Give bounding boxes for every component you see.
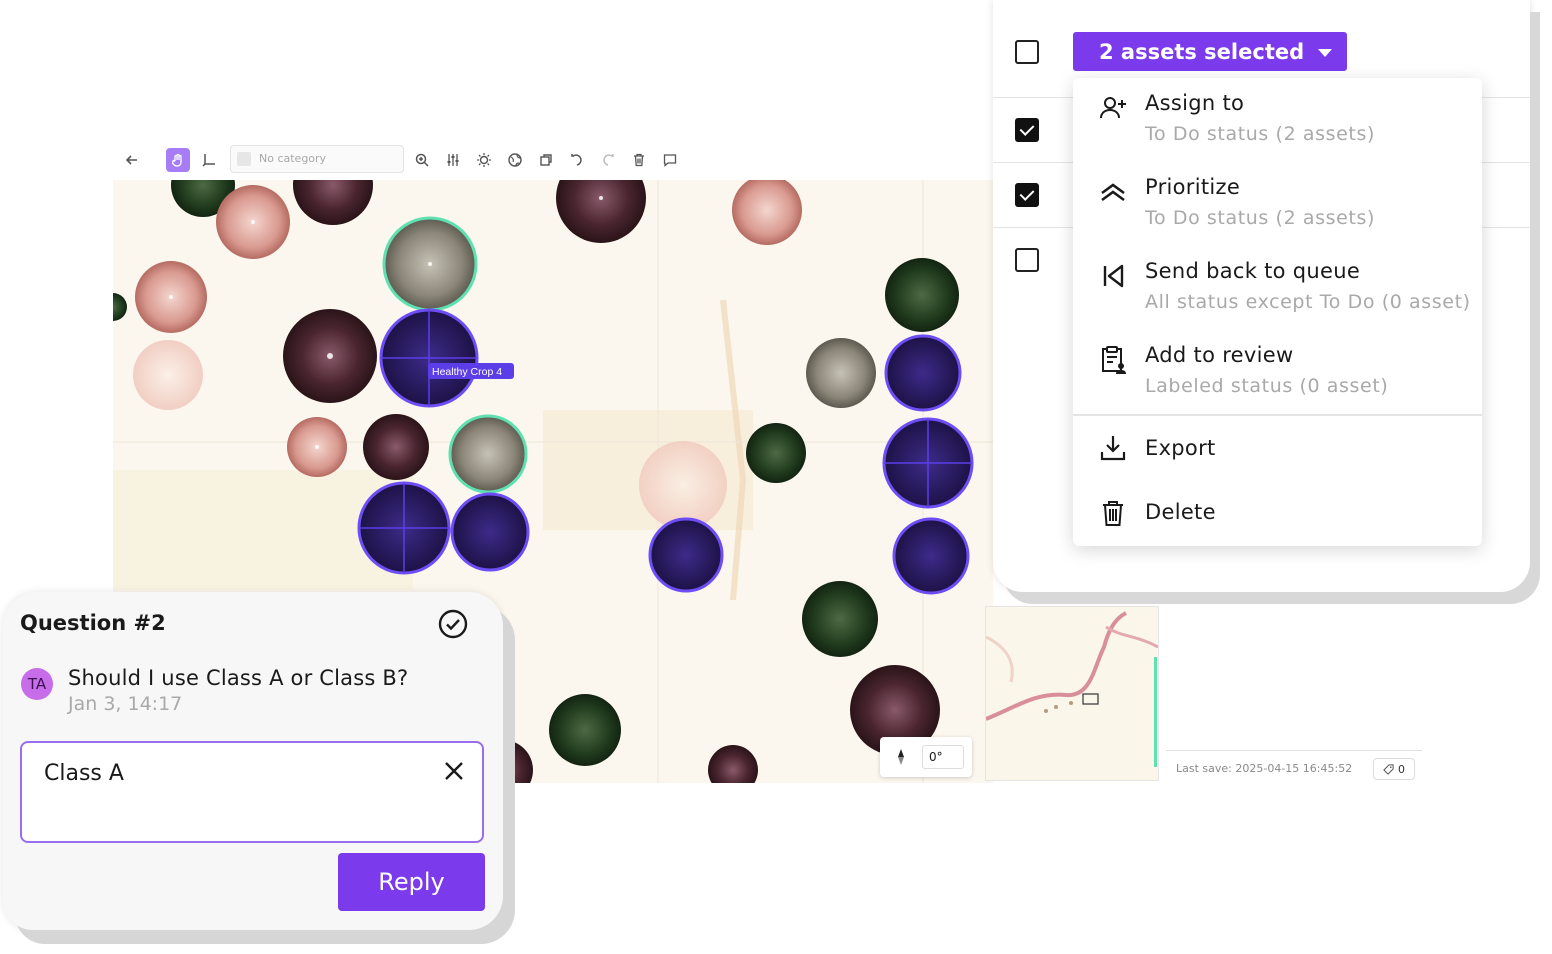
menu-item-sub: All status except To Do (0 asset): [1145, 291, 1471, 313]
tag-icon: [1383, 763, 1394, 775]
menu-item-label: Prioritize: [1145, 175, 1241, 199]
menu-item-export[interactable]: Export: [1073, 416, 1482, 480]
minimap[interactable]: [985, 606, 1159, 781]
tag-count-value: 0: [1398, 762, 1405, 776]
annotation-label-text: Healthy Crop 4: [432, 366, 502, 378]
menu-item-send-back[interactable]: Send back to queue All status except To …: [1073, 246, 1482, 330]
menu-item-sub: Labeled status (0 asset): [1145, 375, 1389, 397]
annotation-toolbar: No category: [113, 138, 993, 180]
resolve-check-icon[interactable]: [437, 608, 469, 640]
bbox-tool-icon[interactable]: [197, 148, 221, 172]
trash-icon: [1097, 497, 1129, 529]
clipboard-user-icon: [1097, 344, 1129, 376]
menu-item-assign[interactable]: Assign to To Do status (2 assets): [1073, 78, 1482, 162]
minimap-image: [986, 607, 1158, 780]
question-title: Question #2: [20, 611, 166, 635]
user-plus-icon: [1097, 92, 1129, 124]
select-all-checkbox[interactable]: [1015, 40, 1039, 64]
menu-item-sub: To Do status (2 assets): [1145, 207, 1375, 229]
asset-row-checkbox[interactable]: [1015, 118, 1039, 142]
annotation-label: Healthy Crop 4: [428, 363, 514, 379]
category-placeholder: No category: [259, 152, 327, 165]
tag-count-badge[interactable]: 0: [1373, 758, 1415, 780]
close-icon[interactable]: [442, 759, 466, 783]
delete-icon[interactable]: [627, 148, 651, 172]
redo-icon[interactable]: [596, 148, 620, 172]
menu-item-prioritize[interactable]: Prioritize To Do status (2 assets): [1073, 162, 1482, 246]
menu-item-label: Assign to: [1145, 91, 1245, 115]
menu-item-label: Delete: [1145, 500, 1216, 524]
avatar: TA: [21, 668, 53, 700]
status-divider: [1166, 750, 1422, 751]
globe-icon[interactable]: [503, 148, 527, 172]
reply-input-value: Class A: [44, 761, 124, 786]
category-select[interactable]: No category: [230, 145, 404, 173]
hand-icon[interactable]: [166, 148, 190, 172]
adjust-icon[interactable]: [441, 148, 465, 172]
question-text: Should I use Class A or Class B?: [68, 666, 409, 690]
category-swatch: [237, 152, 251, 166]
asset-row-checkbox[interactable]: [1015, 183, 1039, 207]
menu-item-label: Add to review: [1145, 343, 1294, 367]
menu-item-label: Export: [1145, 436, 1216, 460]
crop-icon[interactable]: [534, 148, 558, 172]
question-card: Question #2 TA Should I use Class A or C…: [3, 592, 503, 930]
bulk-actions-menu: Assign to To Do status (2 assets) Priori…: [1073, 78, 1482, 546]
reply-input[interactable]: Class A: [20, 741, 484, 843]
menu-item-sub: To Do status (2 assets): [1145, 123, 1375, 145]
download-icon: [1097, 432, 1129, 464]
rotation-input[interactable]: 0°: [922, 745, 964, 769]
question-timestamp: Jan 3, 14:17: [68, 693, 183, 715]
rotation-control: 0°: [880, 737, 972, 777]
comment-icon[interactable]: [658, 148, 682, 172]
menu-item-delete[interactable]: Delete: [1073, 480, 1482, 546]
menu-item-add-review[interactable]: Add to review Labeled status (0 asset): [1073, 330, 1482, 414]
asset-row-checkbox[interactable]: [1015, 248, 1039, 272]
brightness-icon[interactable]: [472, 148, 496, 172]
back-arrow-icon[interactable]: [120, 148, 144, 172]
menu-item-label: Send back to queue: [1145, 259, 1361, 283]
bulk-actions-button[interactable]: 2 assets selected: [1073, 32, 1347, 71]
double-chevron-up-icon: [1097, 176, 1129, 208]
caret-down-icon: [1318, 49, 1333, 57]
last-save-text: Last save: 2025-04-15 16:45:52: [1176, 762, 1353, 775]
zoom-in-icon[interactable]: [410, 148, 434, 172]
compass-icon[interactable]: [894, 748, 908, 766]
undo-icon[interactable]: [565, 148, 589, 172]
skip-back-icon: [1097, 260, 1129, 292]
reply-button[interactable]: Reply: [338, 853, 485, 911]
bulk-actions-label: 2 assets selected: [1099, 39, 1305, 64]
